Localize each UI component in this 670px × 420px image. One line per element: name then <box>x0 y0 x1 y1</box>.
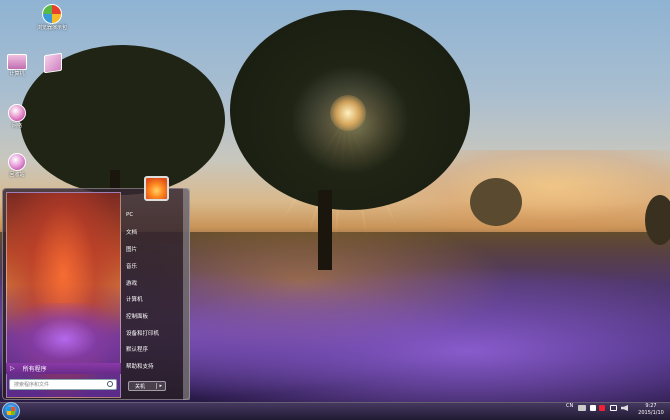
folder-icon <box>44 52 62 74</box>
desktop-icon-browser[interactable]: 浏览器演示包 <box>35 4 69 31</box>
desktop-icon-label: 网络 <box>11 123 22 129</box>
recycle-bin-icon <box>8 153 26 171</box>
network-tray-icon[interactable] <box>610 405 617 411</box>
all-programs-button[interactable]: ▷ 所有程序 <box>6 363 121 374</box>
start-item-pictures[interactable]: 图片 <box>126 245 137 253</box>
clock-time: 9:27 <box>645 403 657 409</box>
desktop-icon-label: 浏览器演示包 <box>36 25 67 31</box>
user-avatar[interactable] <box>144 176 169 201</box>
taskbar-clock[interactable]: 9:27 2015/1/10 <box>636 403 666 417</box>
start-item-pc[interactable]: PC <box>126 212 133 218</box>
desktop-icon-network[interactable]: 网络 <box>0 104 34 129</box>
clock-date: 2015/1/10 <box>638 410 664 416</box>
language-indicator[interactable]: CN <box>566 403 573 409</box>
start-item-help-support[interactable]: 帮助和支持 <box>126 362 154 370</box>
bg-tree <box>645 195 670 245</box>
shutdown-label: 关机 <box>135 383 146 390</box>
windows-logo-icon <box>7 407 15 415</box>
computer-icon <box>7 54 27 70</box>
keyboard-icon[interactable] <box>578 405 586 411</box>
start-menu-side-bar <box>183 188 190 400</box>
start-item-default-programs[interactable]: 默认程序 <box>126 345 148 353</box>
action-center-icon[interactable] <box>599 405 605 411</box>
desktop-icon-folder[interactable] <box>36 52 70 74</box>
browser-icon <box>42 4 62 24</box>
programs-pane-background <box>7 303 120 363</box>
triangle-right-icon: ▷ <box>10 365 15 372</box>
start-item-computer[interactable]: 计算机 <box>126 295 143 303</box>
start-search-input[interactable]: 搜索程序和文件 <box>9 379 117 390</box>
notification-icon[interactable] <box>590 405 596 411</box>
desktop-icon-label: 回收站 <box>9 172 25 178</box>
desktop-icon-computer[interactable]: 计算机 <box>0 54 34 77</box>
search-placeholder: 搜索程序和文件 <box>14 382 50 388</box>
desktop-icon-recycle-bin[interactable]: 回收站 <box>0 153 34 178</box>
start-item-games[interactable]: 游戏 <box>126 279 137 287</box>
network-icon <box>8 104 26 122</box>
main-tree-trunk <box>318 190 332 270</box>
start-item-documents[interactable]: 文档 <box>126 228 137 236</box>
start-item-control-panel[interactable]: 控制面板 <box>126 312 148 320</box>
start-button[interactable] <box>2 402 20 420</box>
desktop-icon-label: 计算机 <box>9 71 25 77</box>
start-item-devices-printers[interactable]: 设备和打印机 <box>126 329 159 337</box>
search-icon <box>107 381 113 387</box>
sun-core <box>330 95 366 131</box>
bg-tree <box>470 178 522 226</box>
triangle-right-icon[interactable]: ▸ <box>155 383 165 389</box>
all-programs-label: 所有程序 <box>22 366 47 373</box>
start-menu: ▷ 所有程序 搜索程序和文件 <box>2 188 190 400</box>
shutdown-button[interactable]: 关机 ▸ <box>128 381 166 391</box>
start-item-music[interactable]: 音乐 <box>126 262 137 270</box>
